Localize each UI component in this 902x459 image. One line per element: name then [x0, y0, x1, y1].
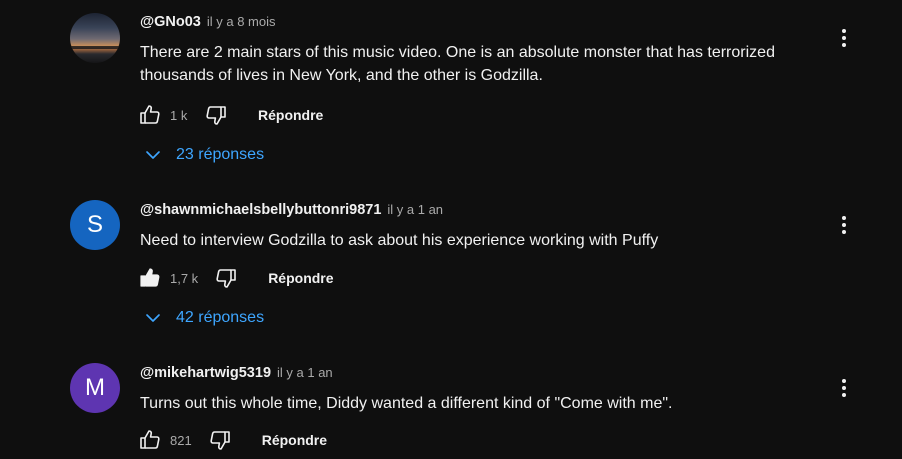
replies-count-label: 42 réponses	[176, 309, 265, 326]
like-count: 1 k	[170, 107, 188, 123]
more-vert-icon	[842, 29, 846, 47]
dislike-icon	[216, 269, 236, 288]
reply-button[interactable]: Répondre	[262, 432, 327, 448]
comment-menu-button[interactable]	[832, 213, 856, 237]
comment-text: Need to interview Godzilla to ask about …	[140, 232, 659, 249]
comment-header: @GNo03 il y a 8 mois	[140, 14, 276, 30]
avatar[interactable]	[70, 13, 120, 63]
like-count: 1,7 k	[170, 270, 199, 286]
view-replies-button[interactable]: 42 réponses	[144, 309, 264, 327]
like-button[interactable]	[136, 426, 164, 454]
reply-button[interactable]: Répondre	[268, 270, 333, 286]
comment-header: @mikehartwig5319 il y a 1 an	[140, 365, 333, 381]
more-vert-icon	[842, 379, 846, 397]
comment-timestamp[interactable]: il y a 8 mois	[207, 14, 276, 29]
comment-actions: 1 k Répondre	[136, 101, 323, 129]
avatar[interactable]: M	[70, 363, 120, 413]
dislike-button[interactable]	[212, 264, 240, 292]
like-count: 821	[170, 432, 192, 448]
like-icon	[140, 430, 160, 449]
comment-text: Turns out this whole time, Diddy wanted …	[140, 395, 673, 412]
like-filled-icon	[140, 268, 160, 287]
chevron-down-icon	[146, 151, 160, 159]
dislike-button[interactable]	[202, 101, 230, 129]
comment-actions: 821 Répondre	[136, 426, 327, 454]
like-button[interactable]	[136, 264, 164, 292]
comment-header: @shawnmichaelsbellybuttonri9871 il y a 1…	[140, 202, 443, 218]
comment-menu-button[interactable]	[832, 376, 856, 400]
comment-author[interactable]: @GNo03	[140, 14, 201, 30]
avatar-letter: M	[85, 374, 105, 401]
more-vert-icon	[842, 216, 846, 234]
view-replies-button[interactable]: 23 réponses	[144, 146, 264, 164]
avatar[interactable]: S	[70, 200, 120, 250]
reply-button[interactable]: Répondre	[258, 107, 323, 123]
like-button[interactable]	[136, 101, 164, 129]
comment-actions: 1,7 k Répondre	[136, 264, 334, 292]
comment-author[interactable]: @shawnmichaelsbellybuttonri9871	[140, 202, 381, 218]
comment-timestamp[interactable]: il y a 1 an	[387, 202, 443, 217]
comment-menu-button[interactable]	[832, 26, 856, 50]
comment-timestamp[interactable]: il y a 1 an	[277, 365, 333, 380]
replies-count-label: 23 réponses	[176, 146, 265, 163]
like-icon	[140, 105, 160, 124]
dislike-icon	[206, 106, 226, 125]
comment-text: There are 2 main stars of this music vid…	[140, 44, 775, 84]
comment-author[interactable]: @mikehartwig5319	[140, 365, 271, 381]
dislike-button[interactable]	[206, 426, 234, 454]
avatar-letter: S	[86, 211, 103, 238]
chevron-down-icon	[146, 314, 160, 322]
dislike-icon	[210, 431, 230, 450]
